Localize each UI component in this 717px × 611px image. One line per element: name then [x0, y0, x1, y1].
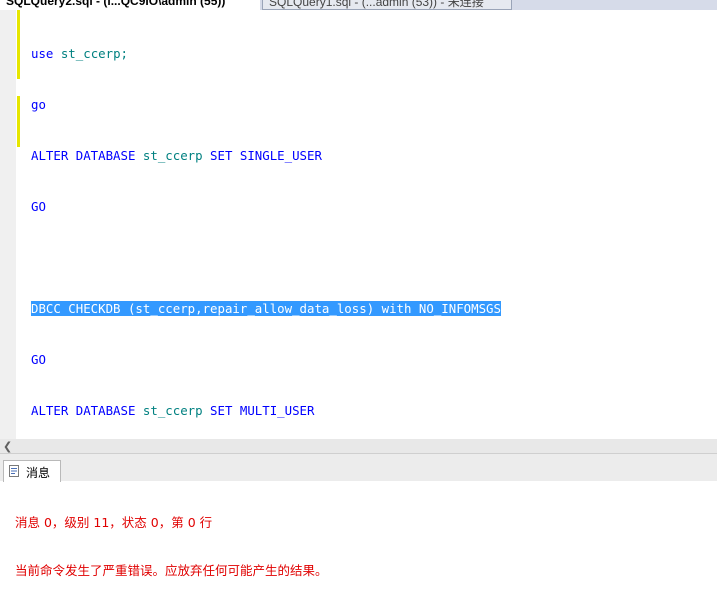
- sql-identifier: st_ccerp: [135, 148, 203, 163]
- message-line: 当前命令发生了严重错误。应放弃任何可能产生的结果。: [15, 563, 328, 578]
- results-tab-strip: 消息: [0, 453, 717, 482]
- sql-keyword: GO: [31, 352, 46, 367]
- tab-messages-label: 消息: [26, 466, 51, 480]
- code-line: GO: [31, 351, 501, 368]
- code-line: ALTER DATABASE st_ccerp SET SINGLE_USER: [31, 147, 501, 164]
- change-marker: [17, 96, 20, 147]
- editor-gutter: [0, 10, 16, 440]
- code-line: GO: [31, 198, 501, 215]
- messages-output: 消息 0，级别 11，状态 0，第 0 行 当前命令发生了严重错误。应放弃任何可…: [15, 483, 328, 611]
- horizontal-scrollbar[interactable]: ❮: [0, 439, 717, 453]
- query-editor[interactable]: use st_ccerp; go ALTER DATABASE st_ccerp…: [0, 10, 717, 440]
- results-pane: 消息 消息 0，级别 11，状态 0，第 0 行 当前命令发生了严重错误。应放弃…: [0, 453, 717, 591]
- sql-keyword: ALTER DATABASE: [31, 148, 136, 163]
- sql-keyword: SET SINGLE_USER: [202, 148, 322, 163]
- code-line: go: [31, 96, 501, 113]
- message-line: 消息 0，级别 11，状态 0，第 0 行: [15, 515, 213, 530]
- sql-identifier: st_ccerp: [135, 403, 203, 418]
- sql-keyword: GO: [31, 199, 46, 214]
- code-line: ALTER DATABASE st_ccerp SET MULTI_USER: [31, 402, 501, 419]
- sql-keyword: SET MULTI_USER: [202, 403, 315, 418]
- code-line-selected: DBCC CHECKDB (st_ccerp,repair_allow_data…: [31, 300, 501, 317]
- chevron-left-icon[interactable]: ❮: [3, 440, 12, 453]
- sql-code[interactable]: use st_ccerp; go ALTER DATABASE st_ccerp…: [31, 11, 501, 440]
- change-marker: [17, 10, 20, 79]
- tab-sqlquery2[interactable]: SQLQuery2.sql - (l...QC9IO\admin (55)): [0, 0, 260, 10]
- document-tab-strip: SQLQuery2.sql - (l...QC9IO\admin (55)) S…: [0, 0, 717, 10]
- tab-messages[interactable]: 消息: [3, 460, 61, 482]
- message-icon: [9, 465, 19, 477]
- selected-text: DBCC CHECKDB (st_ccerp,repair_allow_data…: [31, 301, 501, 316]
- sql-keyword: use: [31, 46, 54, 61]
- tab-sqlquery1[interactable]: SQLQuery1.sql - (...admin (53)) - 未连接: [262, 0, 512, 10]
- sql-keyword: ALTER DATABASE: [31, 403, 136, 418]
- sql-keyword: go: [31, 97, 46, 112]
- code-line: use st_ccerp;: [31, 45, 501, 62]
- sql-identifier: st_ccerp;: [53, 46, 128, 61]
